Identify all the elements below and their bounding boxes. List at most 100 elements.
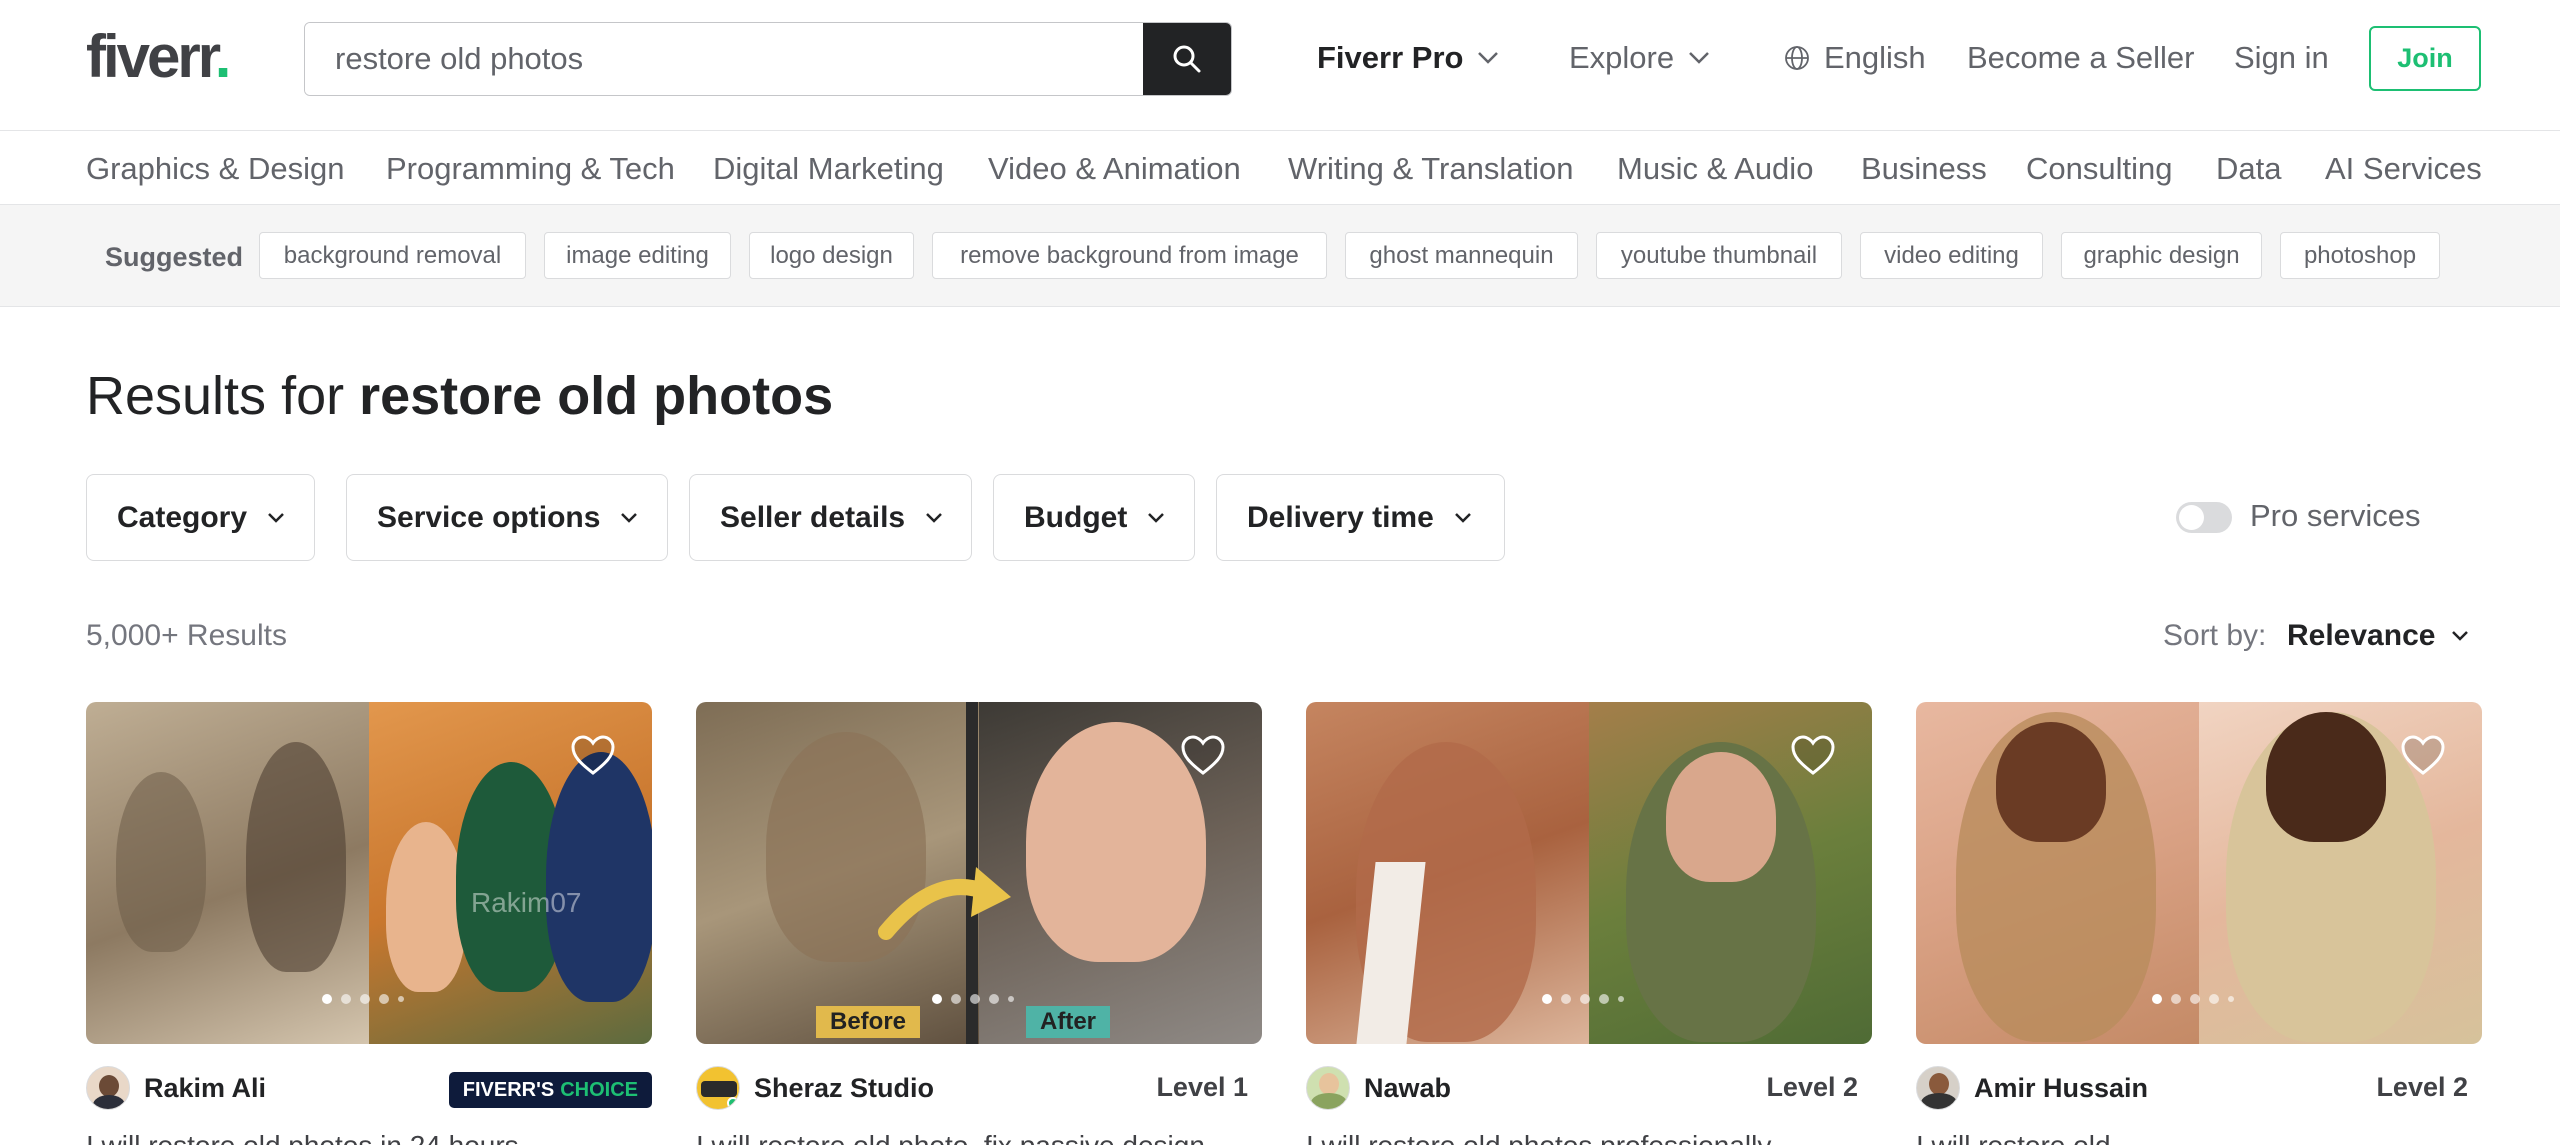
seller-info: Nawab Level 2 (1306, 1066, 1872, 1110)
gig-title[interactable]: I will restore old photos professionally (1306, 1130, 1872, 1145)
top-header: fiverr. Fiverr Pro Explore English Becom… (0, 0, 2560, 131)
seller-level: Level 2 (1766, 1072, 1858, 1102)
filter-seller-details-label: Seller details (720, 500, 906, 534)
suggested-chip[interactable]: image editing (544, 232, 731, 279)
filter-category[interactable]: Category (86, 474, 315, 561)
sort-label: Sort by: (2163, 619, 2267, 652)
category-music-audio[interactable]: Music & Audio (1617, 149, 1813, 189)
filter-budget-label: Budget (1024, 500, 1128, 534)
heart-icon[interactable] (570, 734, 616, 776)
pro-services-label: Pro services (2250, 498, 2421, 533)
gig-card[interactable]: Before After Sheraz Studio Level 1 I wil… (696, 702, 1262, 1145)
search-button[interactable] (1143, 23, 1231, 95)
avatar[interactable] (1306, 1066, 1350, 1110)
before-label: Before (816, 1006, 921, 1038)
seller-info: Amir Hussain Level 2 (1916, 1066, 2482, 1110)
carousel-dots[interactable] (932, 994, 1014, 1004)
seller-name[interactable]: Rakim Ali (144, 1073, 266, 1104)
seller-name[interactable]: Sheraz Studio (754, 1073, 934, 1104)
chevron-down-icon (268, 512, 284, 523)
nav-fiverr-pro-label: Fiverr Pro (1317, 40, 1464, 75)
nav-language[interactable]: English (1784, 36, 1926, 80)
category-ai-services[interactable]: AI Services (2325, 149, 2482, 189)
avatar[interactable] (86, 1066, 130, 1110)
category-business[interactable]: Business (1861, 149, 1987, 189)
filter-service-options[interactable]: Service options (346, 474, 668, 561)
arrow-icon (878, 867, 1011, 940)
category-consulting[interactable]: Consulting (2026, 149, 2172, 189)
suggested-bar: Suggested background removal image editi… (0, 205, 2560, 307)
gig-image[interactable] (1306, 702, 1872, 1044)
category-digital-marketing[interactable]: Digital Marketing (713, 149, 944, 189)
suggested-chip[interactable]: video editing (1860, 232, 2043, 279)
suggested-label: Suggested (105, 242, 244, 272)
nav-sign-in[interactable]: Sign in (2234, 36, 2329, 80)
avatar[interactable] (696, 1066, 740, 1110)
suggested-chip[interactable]: background removal (259, 232, 526, 279)
suggested-chip[interactable]: graphic design (2061, 232, 2262, 279)
carousel-dots[interactable] (1542, 994, 1624, 1004)
chevron-down-icon (2452, 631, 2469, 641)
after-label: After (1026, 1006, 1111, 1038)
suggested-chip[interactable]: photoshop (2280, 232, 2440, 279)
gig-image[interactable]: Before After (696, 702, 1262, 1044)
chevron-down-icon (1478, 52, 1499, 64)
filter-service-options-label: Service options (377, 500, 601, 534)
gig-title[interactable]: I will restore old photo, fix passive de… (696, 1130, 1262, 1145)
watermark-text: Rakim07 (471, 887, 582, 918)
chevron-down-icon (1454, 512, 1471, 523)
page-title: Results for restore old photos (86, 366, 834, 426)
nav-explore[interactable]: Explore (1569, 36, 1710, 80)
gig-title[interactable]: I will restore old photos in 24 hours (86, 1130, 652, 1145)
category-writing-translation[interactable]: Writing & Translation (1288, 149, 1573, 189)
gig-card[interactable]: Amir Hussain Level 2 I will restore old (1916, 702, 2482, 1145)
category-programming-tech[interactable]: Programming & Tech (386, 149, 675, 189)
search-input[interactable] (305, 23, 1143, 95)
search-icon (1173, 45, 1201, 73)
nav-fiverr-pro[interactable]: Fiverr Pro (1317, 36, 1499, 80)
chevron-down-icon (926, 512, 942, 523)
fiverr-logo[interactable]: fiverr. (86, 22, 231, 92)
nav-sign-in-label: Sign in (2234, 40, 2329, 75)
category-menu: Graphics & Design Programming & Tech Dig… (0, 131, 2560, 205)
heart-icon[interactable] (2400, 734, 2446, 776)
filter-delivery-time[interactable]: Delivery time (1216, 474, 1505, 561)
heart-icon[interactable] (1790, 734, 1836, 776)
sort-dropdown[interactable]: Relevance (2287, 616, 2469, 656)
seller-name[interactable]: Nawab (1364, 1073, 1451, 1104)
globe-icon (1785, 46, 1809, 70)
suggested-chip[interactable]: youtube thumbnail (1596, 232, 1842, 279)
suggested-chip[interactable]: logo design (749, 232, 914, 279)
chevron-down-icon (1148, 512, 1165, 523)
gig-image[interactable]: Rakim07 (86, 702, 652, 1044)
suggested-chip[interactable]: ghost mannequin (1345, 232, 1578, 279)
sort-value: Relevance (2287, 619, 2436, 652)
filter-budget[interactable]: Budget (993, 474, 1195, 561)
nav-become-seller-label: Become a Seller (1967, 40, 2195, 75)
nav-become-seller[interactable]: Become a Seller (1967, 36, 2194, 80)
chevron-down-icon (621, 512, 638, 523)
category-video-animation[interactable]: Video & Animation (988, 149, 1241, 189)
filter-seller-details[interactable]: Seller details (689, 474, 972, 561)
join-button[interactable]: Join (2369, 26, 2481, 91)
search-bar (304, 22, 1232, 96)
gig-card[interactable]: Rakim07 Rakim Ali FIVERR'SCHOICE I will … (86, 702, 652, 1145)
avatar[interactable] (1916, 1066, 1960, 1110)
gig-card[interactable]: Nawab Level 2 I will restore old photos … (1306, 702, 1872, 1145)
pro-services-toggle[interactable] (2176, 502, 2232, 533)
chevron-down-icon (1689, 52, 1709, 64)
category-data[interactable]: Data (2216, 149, 2281, 189)
gig-image[interactable] (1916, 702, 2482, 1044)
seller-info: Rakim Ali FIVERR'S CHOICE (86, 1066, 652, 1110)
seller-level: Level 1 (1156, 1072, 1248, 1102)
category-graphics-design[interactable]: Graphics & Design (86, 149, 344, 189)
results-count: 5,000+ Results (86, 619, 287, 652)
suggested-chip[interactable]: remove background from image (932, 232, 1327, 279)
heart-icon[interactable] (1180, 734, 1226, 776)
nav-language-label: English (1824, 40, 1926, 75)
fiverrs-choice-badge: FIVERR'S CHOICE (448, 1072, 652, 1108)
seller-name[interactable]: Amir Hussain (1974, 1073, 2148, 1104)
carousel-dots[interactable] (2152, 994, 2234, 1004)
gig-title[interactable]: I will restore old (1916, 1130, 2482, 1145)
carousel-dots[interactable] (322, 994, 404, 1004)
